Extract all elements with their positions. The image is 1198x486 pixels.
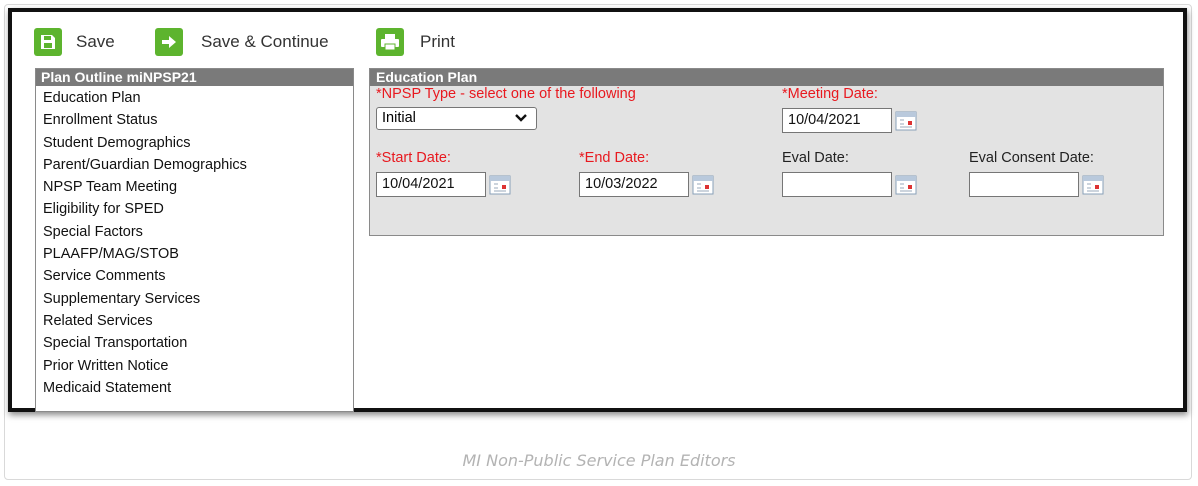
figure-caption: MI Non-Public Service Plan Editors	[462, 451, 736, 470]
outline-item-eligibility-for-sped[interactable]: Eligibility for SPED	[43, 198, 353, 220]
outline-item-parent-guardian-demographics[interactable]: Parent/Guardian Demographics	[43, 154, 353, 176]
save-continue-button[interactable]: Save & Continue	[155, 27, 329, 57]
eval-consent-date-label: Eval Consent Date:	[969, 150, 1094, 166]
outline-item-special-factors[interactable]: Special Factors	[43, 221, 353, 243]
npsp-type-value: Initial	[382, 110, 416, 126]
eval-consent-date-input[interactable]	[969, 172, 1079, 197]
calendar-icon[interactable]	[1082, 175, 1104, 195]
outline-item-supplementary-services[interactable]: Supplementary Services	[43, 288, 353, 310]
calendar-icon[interactable]	[692, 175, 714, 195]
start-date-label: *Start Date:	[376, 150, 451, 166]
meeting-date-label: *Meeting Date:	[782, 86, 878, 102]
end-date-label: *End Date:	[579, 150, 650, 166]
education-plan-header: Education Plan	[370, 69, 1163, 86]
npsp-type-label: *NPSP Type - select one of the following	[376, 86, 636, 102]
chevron-down-icon	[515, 114, 527, 122]
save-continue-label: Save & Continue	[201, 32, 329, 51]
print-button[interactable]: Print	[376, 27, 455, 57]
printer-icon	[376, 28, 404, 56]
arrow-right-icon	[155, 28, 183, 56]
save-icon	[34, 28, 62, 56]
plan-outline-header: Plan Outline miNPSP21	[36, 69, 353, 86]
plan-outline-panel: Plan Outline miNPSP21 Education Plan Enr…	[35, 68, 354, 412]
outline-item-education-plan[interactable]: Education Plan	[43, 87, 353, 109]
outline-item-related-services[interactable]: Related Services	[43, 310, 353, 332]
end-date-input[interactable]: 10/03/2022	[579, 172, 689, 197]
print-label: Print	[420, 32, 455, 51]
save-button[interactable]: Save	[34, 27, 115, 57]
plan-outline-list: Education Plan Enrollment Status Student…	[36, 86, 353, 399]
outline-item-plaafp-mag-stob[interactable]: PLAAFP/MAG/STOB	[43, 243, 353, 265]
outline-item-service-comments[interactable]: Service Comments	[43, 265, 353, 287]
outline-item-npsp-team-meeting[interactable]: NPSP Team Meeting	[43, 176, 353, 198]
start-date-input[interactable]: 10/04/2021	[376, 172, 486, 197]
screenshot-frame: Save Save & Continue Print Plan Outline …	[8, 8, 1187, 412]
calendar-icon[interactable]	[489, 175, 511, 195]
outline-item-special-transportation[interactable]: Special Transportation	[43, 332, 353, 354]
calendar-icon[interactable]	[895, 111, 917, 131]
outline-item-student-demographics[interactable]: Student Demographics	[43, 132, 353, 154]
education-plan-panel: Education Plan *NPSP Type - select one o…	[369, 68, 1164, 236]
outline-item-medicaid-statement[interactable]: Medicaid Statement	[43, 377, 353, 399]
outline-item-prior-written-notice[interactable]: Prior Written Notice	[43, 355, 353, 377]
outline-item-enrollment-status[interactable]: Enrollment Status	[43, 109, 353, 131]
eval-date-label: Eval Date:	[782, 150, 849, 166]
calendar-icon[interactable]	[895, 175, 917, 195]
meeting-date-input[interactable]: 10/04/2021	[782, 108, 892, 133]
save-label: Save	[76, 32, 115, 51]
eval-date-input[interactable]	[782, 172, 892, 197]
npsp-type-select[interactable]: Initial	[376, 107, 537, 130]
